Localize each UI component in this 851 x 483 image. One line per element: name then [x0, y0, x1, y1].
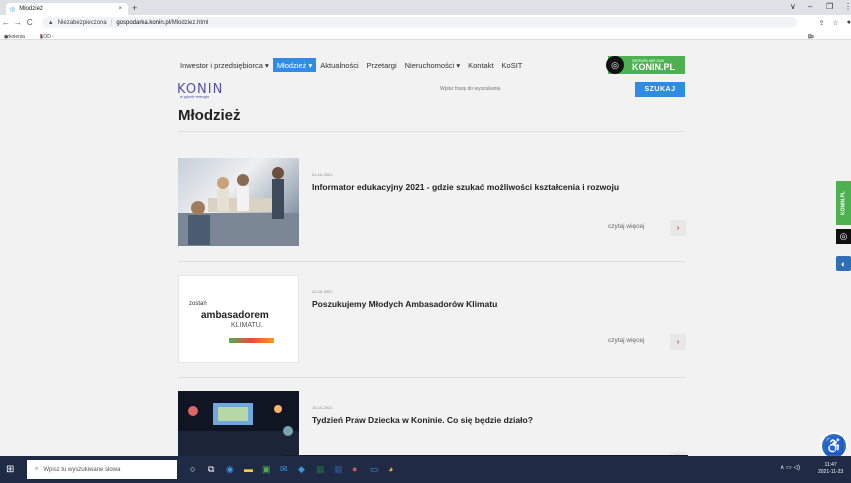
read-more-link[interactable]: czytaj więcej	[608, 223, 644, 230]
divider	[178, 131, 685, 132]
file-explorer-icon[interactable]: ▬	[244, 464, 253, 474]
system-tray-icons[interactable]: ∧ ▭ ◁)	[780, 464, 800, 471]
store-icon[interactable]: ▣	[262, 464, 271, 475]
url-separator: |	[110, 19, 113, 26]
article-item: 15-10-2021 Tydzień Praw Dziecka w Konini…	[178, 391, 686, 462]
tab-close-icon[interactable]: ×	[118, 6, 122, 12]
url-path: /Mlodziez.html	[170, 19, 209, 26]
read-more-link[interactable]: czytaj więcej	[608, 337, 644, 344]
url-domain: gospodarka.konin.pl	[116, 19, 171, 26]
stage-photo	[178, 403, 299, 456]
url-field[interactable]: ▲ Niezabezpieczona | gospodarka.konin.pl…	[41, 17, 797, 28]
edge-icon[interactable]: ◉	[226, 464, 234, 475]
minimize-button[interactable]: –	[808, 2, 812, 11]
profile-icon[interactable]: ●	[847, 19, 851, 26]
app-icon[interactable]: ▭	[370, 464, 379, 475]
read-more-arrow-button[interactable]: ›	[670, 220, 686, 236]
forward-button[interactable]: →	[12, 18, 24, 27]
browser-tab-bar: ◎ Młodzież × + ∨ – ❐ ⋮	[0, 0, 851, 15]
windows-start-icon[interactable]: ⊞	[6, 464, 14, 475]
share-icon[interactable]: ⇪	[819, 19, 825, 27]
contrast-icon[interactable]: ◐	[836, 256, 851, 271]
thumb-text-zostan: zostań	[189, 301, 207, 307]
serwis-miejski-link[interactable]: ◎ SERWIS MIEJSKI KONIN.PL	[606, 56, 685, 74]
article-date: 22-10-2021	[312, 289, 333, 294]
site-favicon-icon: ◎	[10, 6, 16, 13]
side-konin-logo-icon[interactable]: ◎	[836, 229, 851, 244]
excel-icon[interactable]: ▦	[316, 464, 325, 475]
tab-search-icon[interactable]: ∨	[790, 2, 796, 11]
browser-tab[interactable]: ◎ Młodzież ×	[6, 3, 128, 15]
search-input[interactable]	[440, 84, 630, 94]
star-icon[interactable]: ☆	[833, 19, 839, 27]
serwis-big-label: KONIN.PL	[632, 61, 676, 72]
divider	[178, 377, 685, 378]
article-title[interactable]: Tydzień Praw Dziecka w Koninie. Co się b…	[312, 415, 533, 425]
clock-time: 11:47	[824, 462, 837, 468]
students-photo	[178, 167, 299, 246]
taskbar-clock[interactable]: 11:47 2021-11-23	[818, 462, 843, 476]
nav-item-mlodziez[interactable]: Młodzież ▾	[272, 58, 317, 72]
cortana-icon[interactable]: ○	[190, 464, 195, 474]
new-tab-button[interactable]: +	[132, 3, 137, 13]
article-thumbnail[interactable]: zostań ambasadorem KLIMATU.	[178, 275, 299, 363]
chrome-icon[interactable]: ◕	[388, 464, 393, 474]
maximize-button[interactable]: ❐	[826, 2, 833, 11]
side-konin-label: KONIN.PL	[840, 191, 847, 215]
divider	[178, 261, 685, 262]
url-text: gospodarka.konin.pl/Mlodziez.html	[116, 20, 208, 26]
page-content: Inwestor i przedsiębiorca ▾ Młodzież ▾ A…	[0, 40, 851, 467]
bookmarks-bar: ◉ szkolenia ▮ EOD - Strona główna ▤ Do p…	[0, 30, 851, 52]
article-date: 01-10-2021	[312, 172, 333, 177]
thumb-text-ambasadorem: ambasadorem	[201, 310, 269, 321]
article-title[interactable]: Poszukujemy Młodych Ambasadorów Klimatu	[312, 299, 497, 309]
article-item: zostań ambasadorem KLIMATU. 22-10-2021 P…	[178, 275, 686, 365]
reload-button[interactable]: C	[24, 18, 36, 27]
konin-tagline: w płynie energia	[180, 94, 209, 99]
security-label: Niezabezpieczona	[57, 19, 107, 26]
nav-item-kontakt[interactable]: Kontakt	[464, 58, 497, 72]
article-title[interactable]: Informator edukacyjny 2021 - gdzie szuka…	[312, 182, 619, 192]
nav-item-inwestor[interactable]: Inwestor i przedsiębiorca ▾	[176, 58, 273, 72]
app-icon[interactable]: ◆	[298, 464, 305, 475]
chevron-right-icon: ›	[676, 224, 680, 232]
task-view-icon[interactable]: ⧉	[208, 464, 214, 475]
close-window-button[interactable]: ⋮	[844, 2, 851, 11]
nav-item-przetargi[interactable]: Przetargi	[363, 58, 401, 72]
search-button[interactable]: SZUKAJ	[635, 82, 685, 97]
tab-title: Młodzież	[19, 6, 43, 12]
sponsor-logos	[229, 338, 274, 343]
windows-taskbar: ⊞ ⌕ Wpisz tu wyszukiwane słowa ○ ⧉ ◉ ▬ ▣…	[0, 456, 851, 483]
side-konin-link[interactable]: KONIN.PL	[836, 181, 851, 225]
mail-icon[interactable]: ✉	[280, 464, 288, 475]
nav-item-nieruchomosci[interactable]: Nieruchomości ▾	[401, 58, 464, 72]
warning-icon: ▲	[47, 19, 54, 26]
clock-date: 2021-11-23	[818, 469, 844, 475]
chevron-right-icon: ›	[676, 338, 680, 346]
page-title: Młodzież	[178, 107, 241, 124]
main-nav: Inwestor i przedsiębiorca ▾ Młodzież ▾ A…	[176, 58, 526, 72]
taskbar-search-placeholder: Wpisz tu wyszukiwane słowa	[43, 466, 121, 473]
address-bar: ← → C ▲ Niezabezpieczona | gospodarka.ko…	[0, 15, 851, 30]
nav-item-aktualnosci[interactable]: Aktualności	[316, 58, 362, 72]
article-thumbnail[interactable]	[178, 158, 299, 246]
konin-logo-icon: ◎	[606, 56, 624, 74]
read-more-arrow-button[interactable]: ›	[670, 334, 686, 350]
app-icon[interactable]: ●	[352, 464, 357, 474]
taskbar-search[interactable]: ⌕ Wpisz tu wyszukiwane słowa	[27, 460, 177, 479]
thumb-text-klimatu: KLIMATU.	[231, 322, 263, 329]
back-button[interactable]: ←	[0, 18, 12, 27]
article-date: 15-10-2021	[312, 405, 333, 410]
nav-item-kosit[interactable]: KoSIT	[498, 58, 527, 72]
article-thumbnail[interactable]	[178, 391, 299, 456]
article-item: 01-10-2021 Informator edukacyjny 2021 - …	[178, 158, 686, 248]
search-icon: ⌕	[35, 466, 39, 472]
word-icon[interactable]: ▦	[334, 464, 343, 475]
